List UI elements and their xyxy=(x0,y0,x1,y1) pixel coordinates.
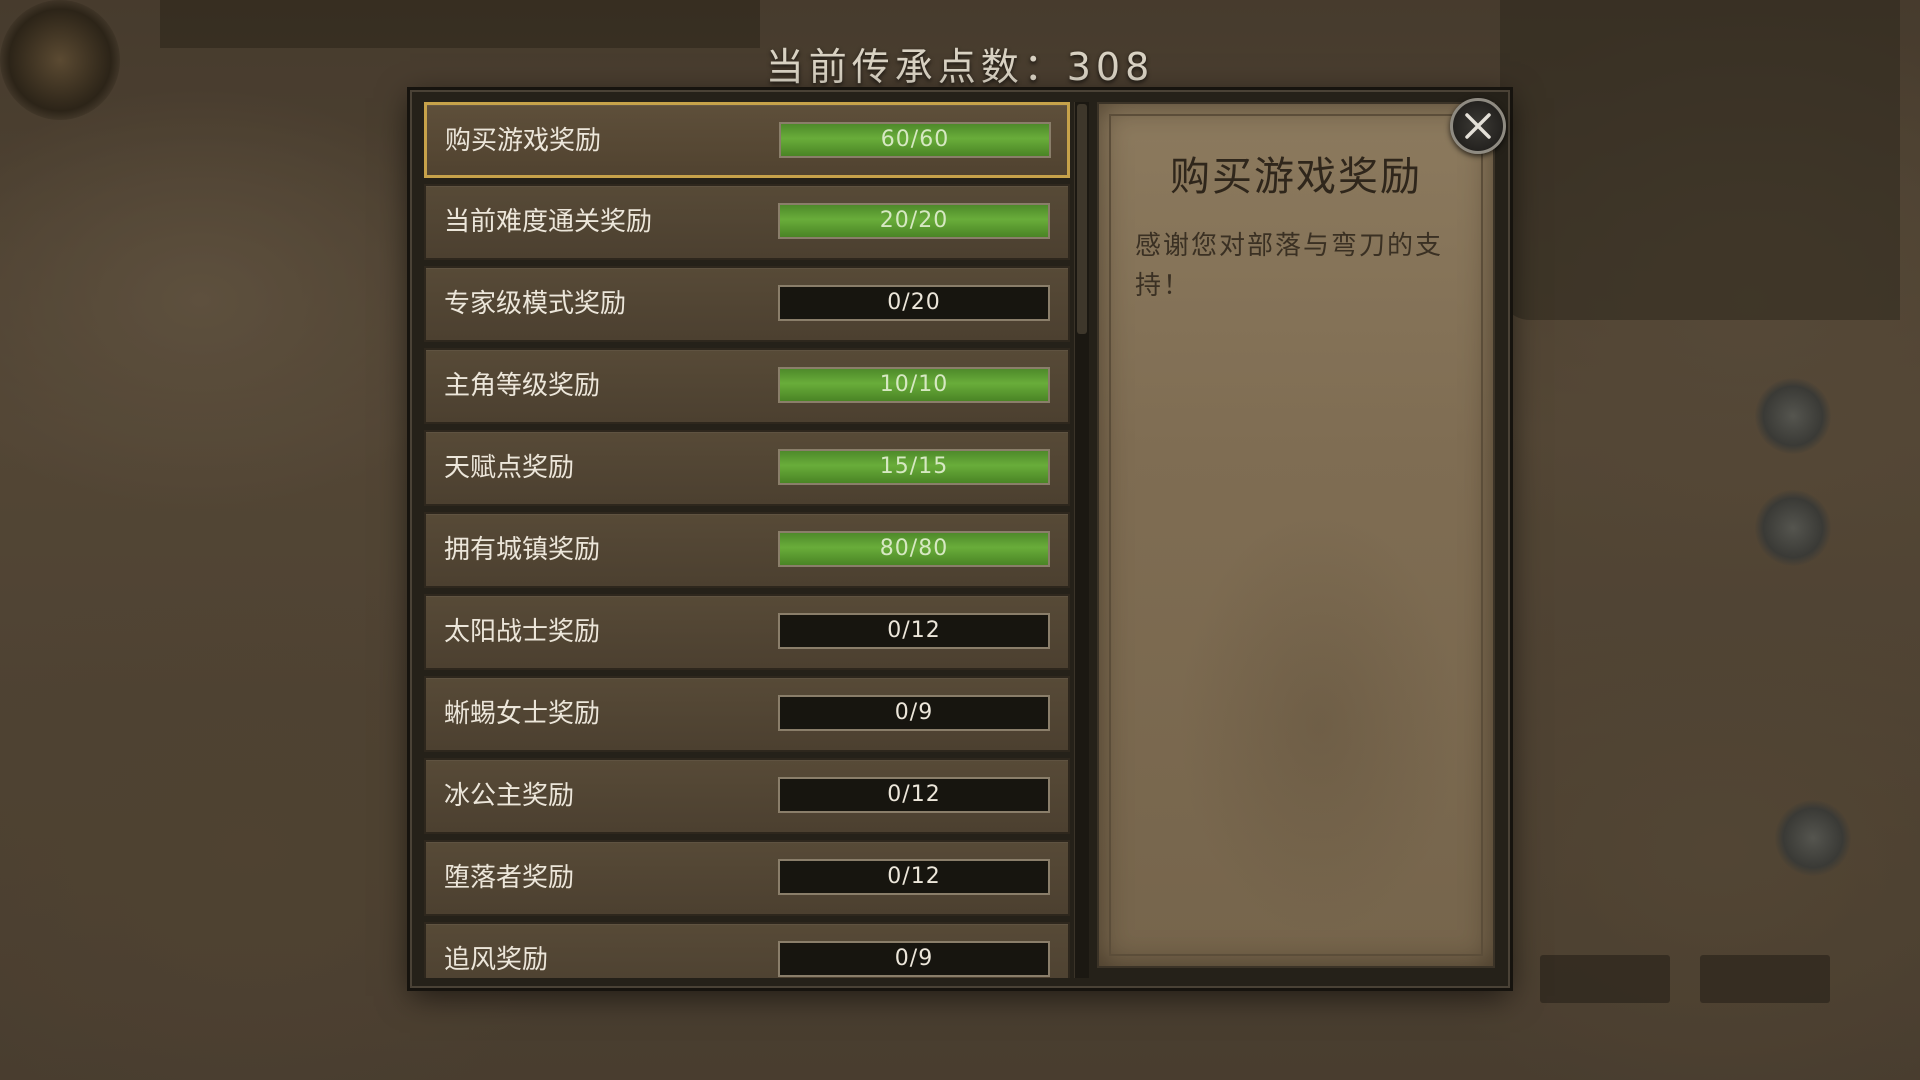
reward-row[interactable]: 蜥蜴女士奖励 0/9 xyxy=(424,676,1070,752)
reward-progress-bar: 0/12 xyxy=(778,777,1050,813)
progress-text: 60/60 xyxy=(880,127,950,152)
reward-progress-bar: 10/10 xyxy=(778,367,1050,403)
reward-row[interactable]: 拥有城镇奖励 80/80 xyxy=(424,512,1070,588)
reward-label: 蜥蜴女士奖励 xyxy=(444,699,601,729)
reward-row[interactable]: 专家级模式奖励 0/20 xyxy=(424,266,1070,342)
progress-text: 0/12 xyxy=(887,864,941,889)
reward-row[interactable]: 太阳战士奖励 0/12 xyxy=(424,594,1070,670)
reward-label: 购买游戏奖励 xyxy=(445,126,602,156)
reward-list-scrollbar[interactable] xyxy=(1074,102,1089,978)
legacy-points-title: 当前传承点数：308 xyxy=(765,45,1155,89)
reward-label: 当前难度通关奖励 xyxy=(444,207,653,237)
progress-text: 0/12 xyxy=(887,618,941,643)
progress-text: 15/15 xyxy=(879,454,949,479)
map-bottom-button xyxy=(1540,955,1670,1003)
progress-text: 0/12 xyxy=(887,782,941,807)
reward-detail-panel: 购买游戏奖励 感谢您对部落与弯刀的支持！ xyxy=(1097,102,1495,968)
progress-text: 10/10 xyxy=(879,372,949,397)
reward-progress-bar: 0/12 xyxy=(778,613,1050,649)
reward-label: 太阳战士奖励 xyxy=(444,617,601,647)
reward-progress-bar: 60/60 xyxy=(779,122,1051,158)
reward-progress-bar: 0/20 xyxy=(778,285,1050,321)
reward-row[interactable]: 冰公主奖励 0/12 xyxy=(424,758,1070,834)
progress-text: 0/9 xyxy=(894,946,934,971)
reward-row[interactable]: 购买游戏奖励 60/60 xyxy=(424,102,1070,178)
detail-title: 购买游戏奖励 xyxy=(1170,154,1422,200)
reward-list[interactable]: 购买游戏奖励 60/60 当前难度通关奖励 20/20 专家级模式奖励 0/20 主角等级奖… xyxy=(422,102,1072,978)
reward-label: 堕落者奖励 xyxy=(444,863,575,893)
scrollbar-thumb[interactable] xyxy=(1077,104,1087,334)
progress-text: 0/20 xyxy=(887,290,941,315)
progress-text: 0/9 xyxy=(894,700,934,725)
reward-label: 专家级模式奖励 xyxy=(444,289,627,319)
reward-label: 冰公主奖励 xyxy=(444,781,575,811)
legacy-rewards-dialog: 购买游戏奖励 60/60 当前难度通关奖励 20/20 专家级模式奖励 0/20 主角等级奖… xyxy=(410,90,1510,988)
reward-progress-bar: 20/20 xyxy=(778,203,1050,239)
reward-row[interactable]: 主角等级奖励 10/10 xyxy=(424,348,1070,424)
map-side-button-icon xyxy=(1755,378,1831,454)
map-action-button-icon xyxy=(1775,800,1851,876)
reward-label: 追风奖励 xyxy=(444,945,549,975)
reward-progress-bar: 80/80 xyxy=(778,531,1050,567)
reward-progress-bar: 15/15 xyxy=(778,449,1050,485)
reward-progress-bar: 0/9 xyxy=(778,941,1050,977)
close-button[interactable] xyxy=(1450,98,1506,154)
reward-row[interactable]: 堕落者奖励 0/12 xyxy=(424,840,1070,916)
map-side-button-icon xyxy=(1755,490,1831,566)
reward-label: 天赋点奖励 xyxy=(444,453,575,483)
reward-progress-bar: 0/12 xyxy=(778,859,1050,895)
reward-label: 主角等级奖励 xyxy=(444,371,601,401)
reward-row[interactable]: 追风奖励 0/9 xyxy=(424,922,1070,978)
progress-text: 20/20 xyxy=(879,208,949,233)
reward-row[interactable]: 天赋点奖励 15/15 xyxy=(424,430,1070,506)
map-bottom-button xyxy=(1700,955,1830,1003)
progress-text: 80/80 xyxy=(879,536,949,561)
close-icon xyxy=(1465,113,1491,139)
reward-progress-bar: 0/9 xyxy=(778,695,1050,731)
reward-label: 拥有城镇奖励 xyxy=(444,535,601,565)
detail-description: 感谢您对部落与弯刀的支持！ xyxy=(1135,231,1444,301)
reward-row[interactable]: 当前难度通关奖励 20/20 xyxy=(424,184,1070,260)
